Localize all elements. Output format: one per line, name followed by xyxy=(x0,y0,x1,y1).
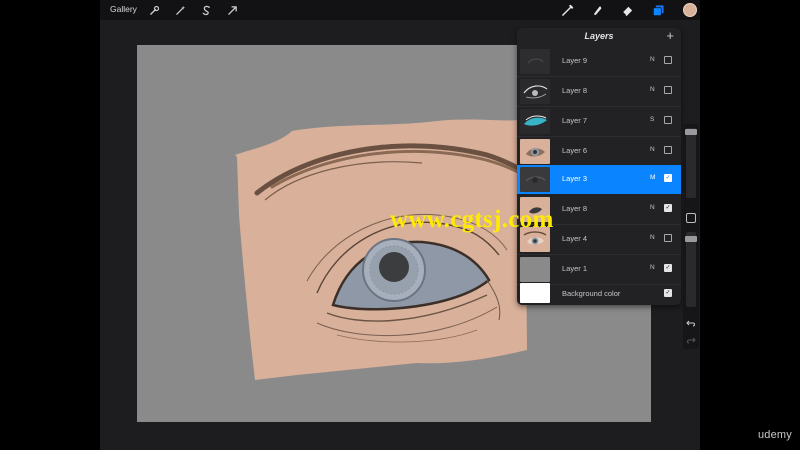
brush-size-handle[interactable] xyxy=(685,129,697,135)
add-layer-button[interactable]: + xyxy=(666,28,674,43)
magic-wand-icon[interactable] xyxy=(173,3,187,17)
layer-thumbnail xyxy=(520,109,550,134)
layer-name: Layer 8 xyxy=(562,204,588,213)
color-swatch-icon[interactable] xyxy=(683,3,697,17)
visibility-checkbox[interactable]: ✓ xyxy=(664,174,672,182)
blend-mode-button[interactable]: N xyxy=(650,234,655,241)
background-color-swatch[interactable] xyxy=(520,283,550,303)
visibility-checkbox[interactable] xyxy=(664,146,672,154)
layer-name: Background color xyxy=(562,289,621,298)
current-color-swatch[interactable] xyxy=(683,3,697,17)
smudge-icon[interactable] xyxy=(590,3,604,17)
blend-mode-button[interactable]: N xyxy=(650,86,655,93)
blend-mode-button[interactable]: N xyxy=(650,56,655,63)
layer-row-background-color[interactable]: Background color ✓ xyxy=(517,280,681,305)
procreate-app: Gallery Layers + Layer 9 N Layer 8 N Lay… xyxy=(100,0,700,450)
eraser-icon[interactable] xyxy=(620,3,634,17)
visibility-checkbox[interactable] xyxy=(664,86,672,94)
layer-row-layer-6[interactable]: Layer 6 N xyxy=(517,137,681,166)
layer-row-layer-7[interactable]: Layer 7 S xyxy=(517,107,681,136)
watermark-text: www.cgtsj.com xyxy=(390,206,554,233)
layer-thumbnail xyxy=(520,49,550,74)
layer-row-layer-8-top[interactable]: Layer 8 N xyxy=(517,77,681,106)
visibility-checkbox[interactable] xyxy=(664,234,672,242)
visibility-checkbox[interactable]: ✓ xyxy=(664,204,672,212)
layers-panel: Layers + Layer 9 N Layer 8 N Layer 7 S L… xyxy=(517,28,681,305)
layers-icon[interactable] xyxy=(651,3,665,17)
layer-thumbnail xyxy=(520,139,550,164)
blend-mode-button[interactable]: N xyxy=(650,264,655,271)
visibility-checkbox[interactable]: ✓ xyxy=(664,264,672,272)
selection-s-icon[interactable] xyxy=(199,3,213,17)
layer-name: Layer 7 xyxy=(562,116,588,125)
wrench-icon[interactable] xyxy=(147,3,161,17)
layers-panel-title: Layers xyxy=(584,31,614,41)
layer-name: Layer 8 xyxy=(562,86,588,95)
layer-thumbnail xyxy=(520,79,550,104)
brush-icon[interactable] xyxy=(560,3,574,17)
gallery-button[interactable]: Gallery xyxy=(110,4,137,14)
layer-name: Layer 1 xyxy=(562,264,588,273)
blend-mode-button[interactable]: N xyxy=(650,204,655,211)
visibility-checkbox[interactable] xyxy=(664,116,672,124)
brush-sidebar xyxy=(683,124,699,349)
layer-name: Layer 9 xyxy=(562,56,588,65)
layer-thumbnail xyxy=(520,257,550,282)
blend-mode-button[interactable]: M xyxy=(650,174,655,181)
opacity-handle[interactable] xyxy=(685,236,697,242)
layer-thumbnail xyxy=(520,167,550,192)
brush-size-slider-icon[interactable] xyxy=(685,128,697,198)
layer-name: Layer 3 xyxy=(562,174,588,183)
layer-row-layer-9[interactable]: Layer 9 N xyxy=(517,47,681,76)
layer-row-layer-3-selected[interactable]: Layer 3 M ✓ xyxy=(517,165,681,194)
layer-name: Layer 4 xyxy=(562,234,588,243)
visibility-checkbox[interactable] xyxy=(664,56,672,64)
blend-mode-button[interactable]: N xyxy=(650,146,655,153)
top-toolbar: Gallery xyxy=(100,0,700,20)
blend-mode-button[interactable]: S xyxy=(650,116,654,123)
redo-icon[interactable] xyxy=(686,332,696,350)
layer-name: Layer 6 xyxy=(562,146,588,155)
visibility-checkbox[interactable]: ✓ xyxy=(664,289,672,297)
undo-icon[interactable] xyxy=(686,315,696,333)
udemy-logo: udemy xyxy=(757,429,792,441)
transform-arrow-icon[interactable] xyxy=(225,3,239,17)
modify-button-icon[interactable] xyxy=(686,213,696,223)
opacity-slider-icon[interactable] xyxy=(685,232,697,307)
